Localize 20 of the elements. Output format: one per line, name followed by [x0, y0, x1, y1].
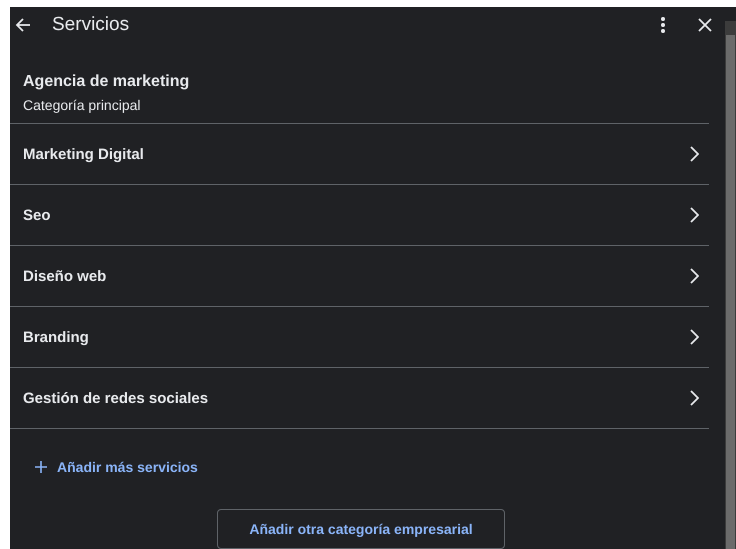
- more-options-icon[interactable]: [661, 16, 665, 34]
- service-item[interactable]: Marketing Digital: [10, 124, 709, 185]
- service-item[interactable]: Gestión de redes sociales: [10, 368, 709, 429]
- service-item[interactable]: Seo: [10, 185, 709, 246]
- chevron-right-icon: [690, 207, 699, 223]
- scrollbar[interactable]: [725, 21, 736, 549]
- plus-icon: [35, 461, 47, 473]
- back-arrow-icon[interactable]: [14, 16, 32, 34]
- category-label: Categoría principal: [23, 97, 142, 113]
- close-icon[interactable]: [697, 17, 713, 33]
- chevron-right-icon: [690, 146, 699, 162]
- panel-title: Servicios: [52, 14, 130, 36]
- chevron-right-icon: [690, 390, 699, 406]
- category-name: Agencia de marketing: [23, 73, 190, 91]
- service-item[interactable]: Diseño web: [10, 246, 709, 307]
- chevron-right-icon: [690, 268, 699, 284]
- chevron-right-icon: [690, 329, 699, 345]
- add-services-link[interactable]: Añadir más servicios: [35, 459, 198, 475]
- service-item[interactable]: Branding: [10, 307, 709, 368]
- add-category-button[interactable]: Añadir otra categoría empresarial: [217, 509, 505, 549]
